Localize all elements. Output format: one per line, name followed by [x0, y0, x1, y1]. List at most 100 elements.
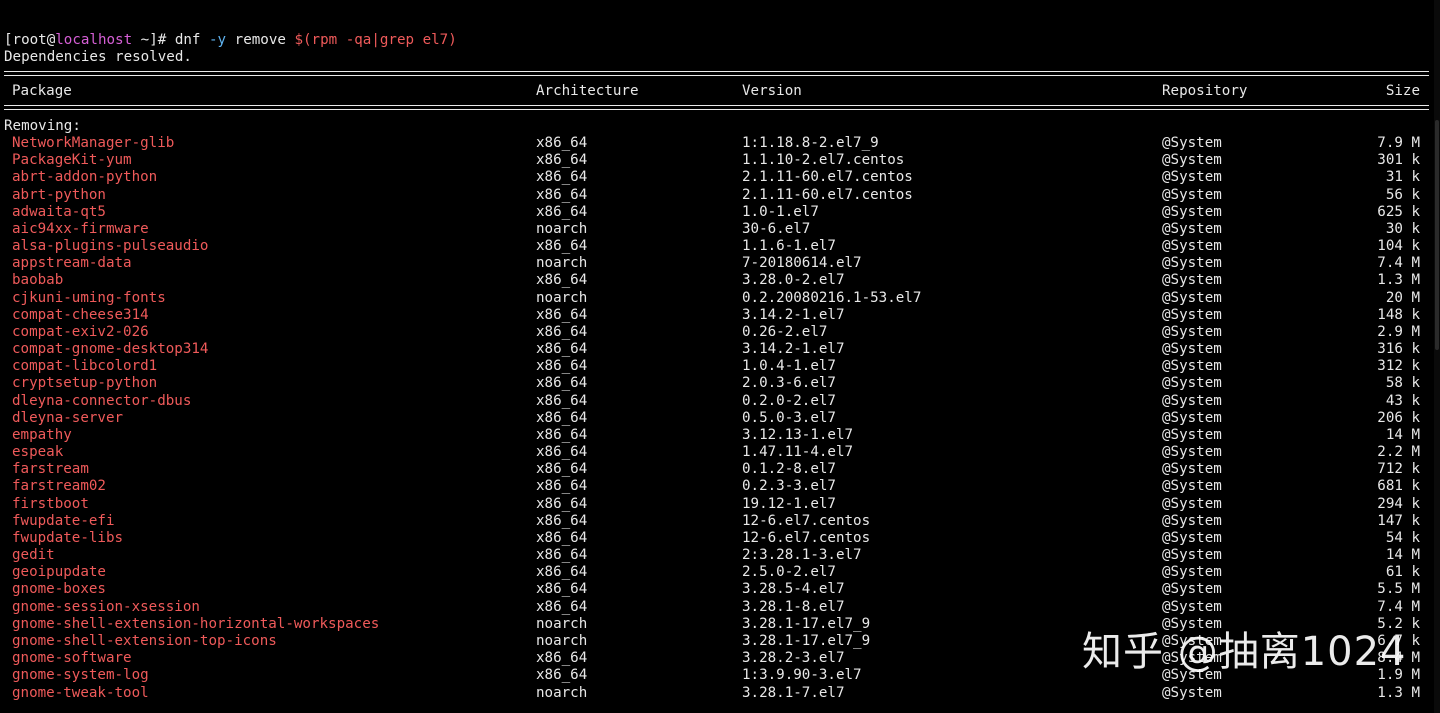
package-version: 0.26-2.el7 [742, 323, 828, 340]
package-architecture: x86_64 [536, 564, 588, 581]
scrollbar-track[interactable] [1434, 0, 1440, 713]
package-version: 12-6.el7.centos [742, 529, 871, 546]
package-architecture: x86_64 [536, 495, 588, 512]
separator-top [4, 71, 1429, 76]
package-repository: @System [1162, 461, 1222, 478]
package-name: firstboot [12, 495, 89, 512]
package-repository: @System [1162, 186, 1222, 203]
package-version: 1.1.10-2.el7.centos [742, 152, 905, 169]
package-version: 3.28.1-8.el7 [742, 598, 845, 615]
package-size: 2.2 M [1377, 444, 1420, 461]
package-version: 3.12.13-1.el7 [742, 426, 854, 443]
package-name: farstream [12, 461, 89, 478]
table-row: PackageKit-yum x86_64 1.1.10-2.el7.centos @… [0, 152, 1440, 169]
package-repository: @System [1162, 255, 1222, 272]
package-version: 12-6.el7.centos [742, 512, 871, 529]
package-size: 7.9 M [1377, 135, 1420, 151]
package-repository: @System [1162, 547, 1222, 564]
package-version: 3.28.1-17.el7_9 [742, 615, 871, 632]
table-row: abrt-python x86_64 2.1.11-60.el7.centos @Sy… [0, 187, 1440, 204]
table-row: compat-libcolord1 x86_64 1.0.4-1.el7 @Syste… [0, 358, 1440, 375]
table-row: aic94xx-firmware noarch 30-6.el7 @System 30 … [0, 221, 1440, 238]
package-name: compat-gnome-desktop314 [12, 341, 209, 358]
package-repository: @System [1162, 444, 1222, 461]
package-size: 43 k [1385, 392, 1420, 409]
package-size: 54 k [1385, 529, 1420, 546]
header-size: Size [1385, 83, 1420, 99]
package-repository: @System [1162, 495, 1222, 512]
package-name: fwupdate-efi [12, 512, 115, 529]
package-repository: @System [1162, 220, 1222, 237]
package-size: 301 k [1377, 152, 1420, 169]
package-repository: @System [1162, 306, 1222, 323]
package-name: gedit [12, 547, 55, 564]
package-name: fwupdate-libs [12, 529, 124, 546]
package-architecture: x86_64 [536, 375, 588, 392]
package-repository: @System [1162, 478, 1222, 495]
package-name: adwaita-qt5 [12, 203, 106, 220]
terminal-window[interactable]: [root@localhost ~]# dnf -y remove $(rpm … [0, 0, 1440, 713]
package-size: 5.5 M [1377, 581, 1420, 598]
package-architecture: x86_64 [536, 323, 588, 340]
scrollbar-thumb[interactable] [1435, 120, 1439, 350]
package-name: gnome-shell-extension-top-icons [12, 632, 277, 649]
prompt-user: [root@ [4, 32, 56, 48]
table-row: cryptsetup-python x86_64 2.0.3-6.el7 @Syste… [0, 375, 1440, 392]
package-version: 1:1.18.8-2.el7_9 [742, 135, 879, 151]
table-row: fwupdate-efi x86_64 12-6.el7.centos @System… [0, 513, 1440, 530]
package-version: 1.1.6-1.el7 [742, 238, 836, 255]
package-size: 681 k [1377, 478, 1420, 495]
package-size: 206 k [1377, 409, 1420, 426]
package-version: 30-6.el7 [742, 220, 811, 237]
package-version: 2.0.3-6.el7 [742, 375, 836, 392]
table-row: compat-exiv2-026 x86_64 0.26-2.el7 @System 2… [0, 324, 1440, 341]
package-architecture: x86_64 [536, 169, 588, 186]
package-version: 3.28.1-17.el7_9 [742, 632, 871, 649]
package-architecture: noarch [536, 684, 588, 701]
package-architecture: x86_64 [536, 306, 588, 323]
package-architecture: noarch [536, 220, 588, 237]
package-architecture: x86_64 [536, 341, 588, 358]
package-repository: @System [1162, 323, 1222, 340]
package-repository: @System [1162, 238, 1222, 255]
package-name: compat-cheese314 [12, 306, 149, 323]
package-list: NetworkManager-glib x86_64 1:1.18.8-2.el7_… [0, 135, 1440, 702]
package-version: 2.1.11-60.el7.centos [742, 186, 913, 203]
package-name: abrt-python [12, 186, 106, 203]
header-package: Package [12, 83, 72, 99]
package-repository: @System [1162, 409, 1222, 426]
package-name: gnome-tweak-tool [12, 684, 149, 701]
package-name: gnome-boxes [12, 581, 106, 598]
package-version: 0.2.3-3.el7 [742, 478, 836, 495]
table-row: abrt-addon-python x86_64 2.1.11-60.el7.cen… [0, 169, 1440, 186]
command-args: remove [226, 32, 295, 48]
package-size: 7.4 M [1377, 598, 1420, 615]
package-architecture: noarch [536, 632, 588, 649]
table-row: gnome-tweak-tool noarch 3.28.1-7.el7 @Syste… [0, 685, 1440, 702]
package-version: 0.1.2-8.el7 [742, 461, 836, 478]
dependencies-resolved-text: Dependencies resolved. [4, 49, 192, 65]
table-row: gnome-boxes x86_64 3.28.5-4.el7 @System 5.5 … [0, 581, 1440, 598]
package-version: 1.0.4-1.el7 [742, 358, 836, 375]
package-version: 3.14.2-1.el7 [742, 341, 845, 358]
table-row: gnome-session-xsession x86_64 3.28.1-8.el7… [0, 599, 1440, 616]
package-version: 3.28.5-4.el7 [742, 581, 845, 598]
package-name: espeak [12, 444, 64, 461]
table-row: NetworkManager-glib x86_64 1:1.18.8-2.el7_… [0, 135, 1440, 152]
package-repository: @System [1162, 203, 1222, 220]
package-architecture: noarch [536, 255, 588, 272]
prompt-hostname: localhost [55, 32, 133, 48]
package-repository: @System [1162, 684, 1222, 701]
package-architecture: x86_64 [536, 667, 588, 684]
package-repository: @System [1162, 564, 1222, 581]
table-header: Package Architecture Version Repository … [0, 83, 1440, 100]
package-repository: @System [1162, 581, 1222, 598]
package-version: 2.5.0-2.el7 [742, 564, 836, 581]
table-row: baobab x86_64 3.28.0-2.el7 @System 1.3 M [0, 272, 1440, 289]
package-version: 1.47.11-4.el7 [742, 444, 854, 461]
package-architecture: x86_64 [536, 650, 588, 667]
command-name: dnf [174, 32, 210, 48]
package-size: 1.3 M [1377, 684, 1420, 701]
package-repository: @System [1162, 512, 1222, 529]
package-name: abrt-addon-python [12, 169, 158, 186]
